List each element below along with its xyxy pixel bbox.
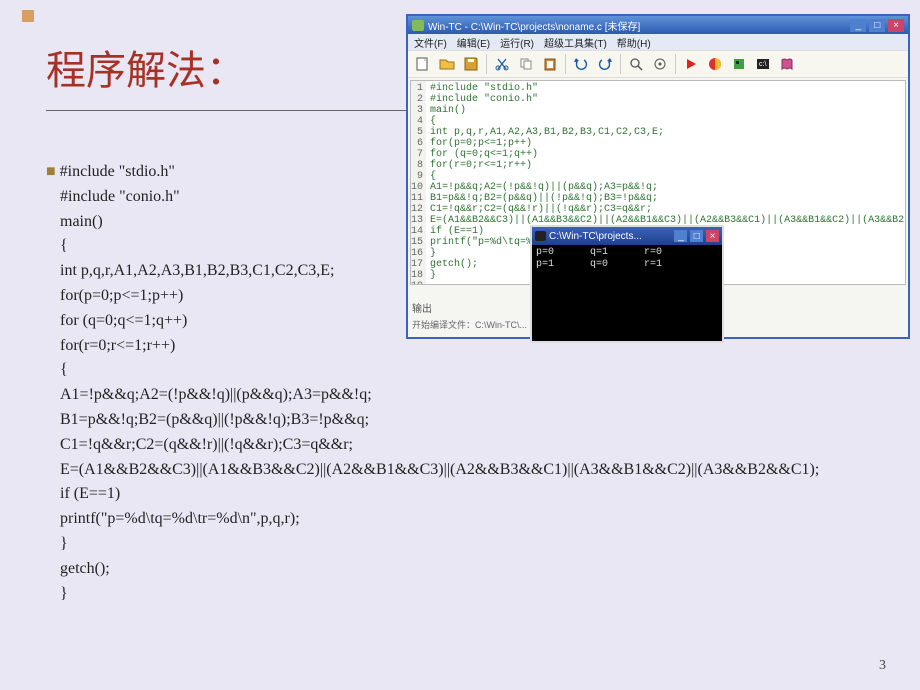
undo-icon[interactable] [570, 53, 592, 75]
help-icon[interactable] [776, 53, 798, 75]
save-icon[interactable] [460, 53, 482, 75]
ide-menubar: 文件(F) 编辑(E) 运行(R) 超级工具集(T) 帮助(H) [408, 34, 908, 50]
code-line: printf("p=%d\tq=%d\tr=%d\n",p,q,r); [60, 507, 900, 532]
code-line: { [60, 358, 900, 383]
ide-titlebar[interactable]: Win-TC - C:\Win-TC\projects\noname.c [未保… [408, 16, 908, 34]
console-titlebar[interactable]: C:\Win-TC\projects... _ □ × [532, 227, 722, 245]
ide-toolbar: c:\ [408, 50, 908, 78]
line-gutter: 12345678910111213141516171819 [411, 81, 426, 284]
console-window[interactable]: C:\Win-TC\projects... _ □ × p=0 q=1 r=0 … [530, 225, 724, 343]
ide-title-text: Win-TC - C:\Win-TC\projects\noname.c [未保… [428, 18, 640, 33]
settings-icon[interactable] [649, 53, 671, 75]
console-close[interactable]: × [706, 230, 719, 242]
compile-icon[interactable] [680, 53, 702, 75]
menu-file[interactable]: 文件(F) [414, 35, 447, 49]
code-line: E=(A1&&B2&&C3)||(A1&&B3&&C2)||(A2&&B1&&C… [60, 458, 900, 483]
toolbar-separator [675, 54, 676, 74]
toolbar-separator [620, 54, 621, 74]
code-line: getch(); [60, 557, 900, 582]
console-maximize[interactable]: □ [690, 230, 703, 242]
code-line: if (E==1) [60, 482, 900, 507]
new-file-icon[interactable] [412, 53, 434, 75]
status-line: 开始编译文件：C:\Win-TC\... [412, 318, 527, 331]
app-icon [412, 20, 424, 31]
console-icon [535, 231, 546, 241]
menu-edit[interactable]: 编辑(E) [457, 35, 490, 49]
toolbar-separator [486, 54, 487, 74]
paste-icon[interactable] [539, 53, 561, 75]
search-icon[interactable] [625, 53, 647, 75]
run-icon[interactable] [704, 53, 726, 75]
corner-marker [22, 10, 34, 22]
redo-icon[interactable] [594, 53, 616, 75]
output-pane-label: 输出 [412, 300, 432, 315]
copy-icon[interactable] [515, 53, 537, 75]
console-title: C:\Win-TC\projects... [549, 231, 642, 242]
close-button[interactable]: × [888, 19, 904, 32]
menu-run[interactable]: 运行(R) [500, 35, 534, 49]
svg-text:c:\: c:\ [759, 61, 766, 68]
menu-help[interactable]: 帮助(H) [617, 35, 651, 49]
open-file-icon[interactable] [436, 53, 458, 75]
toolbar-separator [565, 54, 566, 74]
code-line: B1=p&&!q;B2=(p&&q)||(!p&&!q);B3=!p&&q; [60, 408, 900, 433]
cut-icon[interactable] [491, 53, 513, 75]
terminal-icon[interactable]: c:\ [752, 53, 774, 75]
tool-icon[interactable] [728, 53, 750, 75]
code-line: C1=!q&&r;C2=(q&&!r)||(!q&&r);C3=q&&r; [60, 433, 900, 458]
maximize-button[interactable]: □ [869, 19, 885, 32]
minimize-button[interactable]: _ [850, 19, 866, 32]
menu-tools[interactable]: 超级工具集(T) [544, 35, 607, 49]
page-number: 3 [879, 658, 886, 674]
code-line: } [60, 582, 900, 607]
code-line: A1=!p&&q;A2=(!p&&!q)||(p&&q);A3=p&&!q; [60, 383, 900, 408]
code-line: } [60, 532, 900, 557]
console-minimize[interactable]: _ [674, 230, 687, 242]
console-output: p=0 q=1 r=0 p=1 q=0 r=1 [532, 245, 722, 273]
